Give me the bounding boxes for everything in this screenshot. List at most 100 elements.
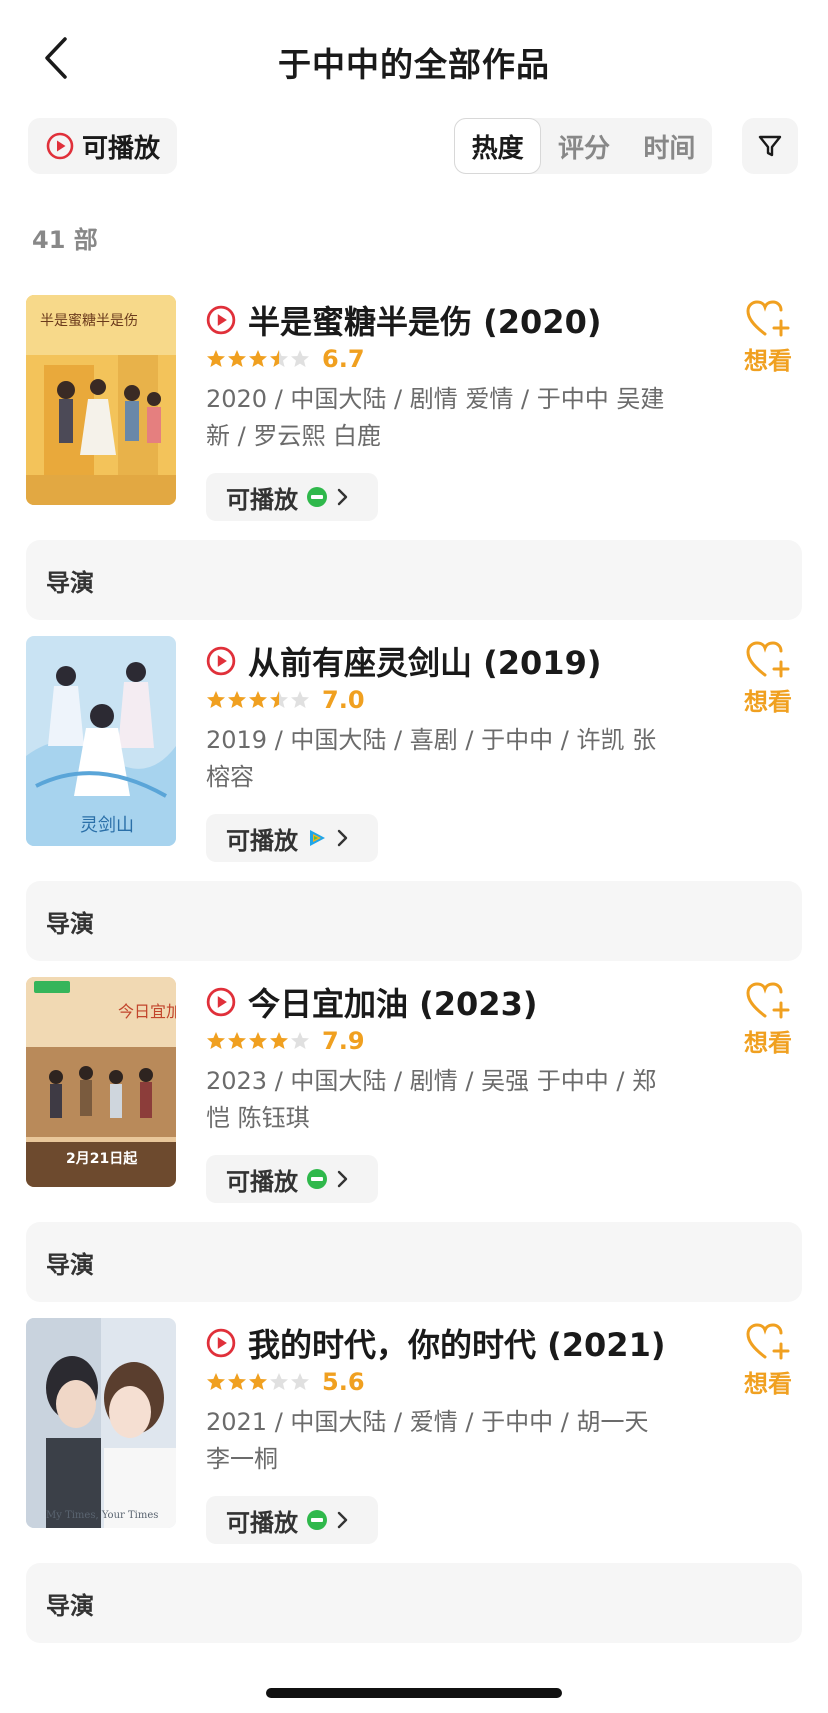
- rating-value: 6.7: [322, 345, 365, 373]
- director-section: 导演: [26, 1222, 802, 1302]
- rating-row: 5.6: [206, 1368, 365, 1396]
- sort-tab-popularity[interactable]: 热度: [454, 118, 542, 174]
- list-item[interactable]: 半是蜜糖半是伤 半是蜜糖半是伤 (2020) 6.7 2020 / 中国大陆 /…: [0, 295, 828, 645]
- filter-button[interactable]: [742, 118, 798, 174]
- sort-tab-rating[interactable]: 评分: [541, 118, 626, 174]
- chevron-right-icon: [337, 829, 348, 847]
- playable-filter-label: 可播放: [82, 133, 161, 164]
- play-button[interactable]: 可播放: [206, 1496, 378, 1544]
- play-button[interactable]: 可播放: [206, 1155, 378, 1203]
- star-icon: [249, 691, 267, 708]
- movie-title[interactable]: 我的时代，你的时代 (2021): [206, 1320, 665, 1366]
- star-icon: [249, 350, 267, 367]
- director-section: 导演: [26, 540, 802, 620]
- director-label: 导演: [46, 1250, 94, 1279]
- page-title: 于中中的全部作品: [278, 45, 550, 84]
- star-icon: [228, 1373, 246, 1390]
- sort-tabs: 热度 评分 时间: [454, 118, 712, 174]
- rating-row: 6.7: [206, 345, 365, 373]
- heart-plus-icon: [746, 1323, 790, 1360]
- list-item[interactable]: My Times, Your Times 我的时代，你的时代 (2021) 5.…: [0, 1318, 828, 1668]
- header: 于中中的全部作品: [0, 0, 828, 120]
- star-icon: [249, 1032, 267, 1049]
- empty-star-icon: [291, 1373, 309, 1390]
- star-icon: [270, 1032, 288, 1049]
- movie-title[interactable]: 半是蜜糖半是伤 (2020): [206, 297, 601, 343]
- list-item[interactable]: 灵剑山 从前有座灵剑山 (2019) 7.0 2019 / 中国大陆 / 喜剧 …: [0, 636, 828, 986]
- svg-text:今日宜加油: 今日宜加油: [118, 1002, 176, 1021]
- movie-title-text: 从前有座灵剑山 (2019): [248, 644, 602, 682]
- iqiyi-logo-icon: [307, 487, 327, 507]
- half-star-icon: [270, 350, 288, 367]
- play-button[interactable]: 可播放: [206, 473, 378, 521]
- chevron-right-icon: [337, 1170, 348, 1188]
- rating-value: 7.9: [322, 1027, 365, 1055]
- play-button[interactable]: 可播放: [206, 814, 378, 862]
- playable-filter-button[interactable]: 可播放: [28, 118, 177, 174]
- star-icon: [249, 1373, 267, 1390]
- want-to-watch-button[interactable]: 想看: [738, 640, 798, 717]
- star-icon: [207, 1373, 225, 1390]
- chevron-right-icon: [337, 1511, 348, 1529]
- tencent-video-logo-icon: [310, 830, 325, 846]
- rating-row: 7.9: [206, 1027, 365, 1055]
- star-icon: [207, 350, 225, 367]
- list-item[interactable]: 今日宜加油 2月21日起 今日宜加油 (2023): [0, 977, 828, 1327]
- filter-row: 可播放 热度 评分 时间: [0, 118, 828, 176]
- svg-text:半是蜜糖半是伤: 半是蜜糖半是伤: [40, 313, 138, 329]
- play-circle-icon: [206, 1328, 236, 1358]
- director-label: 导演: [46, 568, 94, 597]
- rating-row: 7.0: [206, 686, 365, 714]
- svg-text:灵剑山: 灵剑山: [80, 815, 134, 836]
- play-label: 可播放: [226, 1508, 298, 1537]
- movie-title-text: 我的时代，你的时代 (2021): [248, 1326, 666, 1364]
- result-count: 41 部: [32, 226, 98, 254]
- director-section: 导演: [26, 1563, 802, 1643]
- star-rating: [206, 1372, 310, 1392]
- play-circle-icon: [46, 132, 74, 160]
- poster-image[interactable]: 今日宜加油 2月21日起: [26, 977, 176, 1187]
- iqiyi-logo-icon: [307, 1510, 327, 1530]
- movie-title[interactable]: 今日宜加油 (2023): [206, 979, 537, 1025]
- empty-star-icon: [291, 350, 309, 367]
- director-section: 导演: [26, 881, 802, 961]
- movie-meta: 2019 / 中国大陆 / 喜剧 / 于中中 / 许凯 张榕容: [206, 726, 657, 791]
- play-circle-icon: [206, 305, 236, 335]
- play-label: 可播放: [226, 1167, 298, 1196]
- iqiyi-logo-icon: [307, 1169, 327, 1189]
- play-circle-icon: [206, 646, 236, 676]
- heart-plus-icon: [746, 982, 790, 1019]
- want-label: 想看: [744, 1370, 792, 1398]
- heart-plus-icon: [746, 300, 790, 337]
- heart-plus-icon: [746, 641, 790, 678]
- movie-meta: 2021 / 中国大陆 / 爱情 / 于中中 / 胡一天 李一桐: [206, 1408, 649, 1473]
- svg-text:My Times, Your Times: My Times, Your Times: [46, 1510, 158, 1521]
- movie-meta: 2020 / 中国大陆 / 剧情 爱情 / 于中中 吴建新 / 罗云熙 白鹿: [206, 385, 665, 450]
- want-to-watch-button[interactable]: 想看: [738, 1322, 798, 1399]
- empty-star-icon: [291, 691, 309, 708]
- empty-star-icon: [291, 1032, 309, 1049]
- play-label: 可播放: [226, 485, 298, 514]
- svg-text:2月21日起: 2月21日起: [66, 1150, 138, 1167]
- star-rating: [206, 690, 310, 710]
- poster-image[interactable]: 灵剑山: [26, 636, 176, 846]
- home-indicator[interactable]: [266, 1688, 562, 1698]
- star-rating: [206, 349, 310, 369]
- want-label: 想看: [744, 347, 792, 375]
- want-label: 想看: [744, 688, 792, 716]
- movie-title[interactable]: 从前有座灵剑山 (2019): [206, 638, 601, 684]
- poster-image[interactable]: 半是蜜糖半是伤: [26, 295, 176, 505]
- play-circle-icon: [206, 987, 236, 1017]
- want-to-watch-button[interactable]: 想看: [738, 981, 798, 1058]
- star-icon: [228, 1032, 246, 1049]
- poster-image[interactable]: My Times, Your Times: [26, 1318, 176, 1528]
- chevron-right-icon: [337, 488, 348, 506]
- star-icon: [207, 691, 225, 708]
- empty-star-icon: [270, 1373, 288, 1390]
- want-to-watch-button[interactable]: 想看: [738, 299, 798, 376]
- star-icon: [228, 691, 246, 708]
- movie-meta: 2023 / 中国大陆 / 剧情 / 吴强 于中中 / 郑恺 陈钰琪: [206, 1067, 657, 1132]
- movie-title-text: 半是蜜糖半是伤 (2020): [248, 303, 602, 341]
- sort-tab-time[interactable]: 时间: [627, 118, 712, 174]
- movie-title-text: 今日宜加油 (2023): [248, 985, 538, 1023]
